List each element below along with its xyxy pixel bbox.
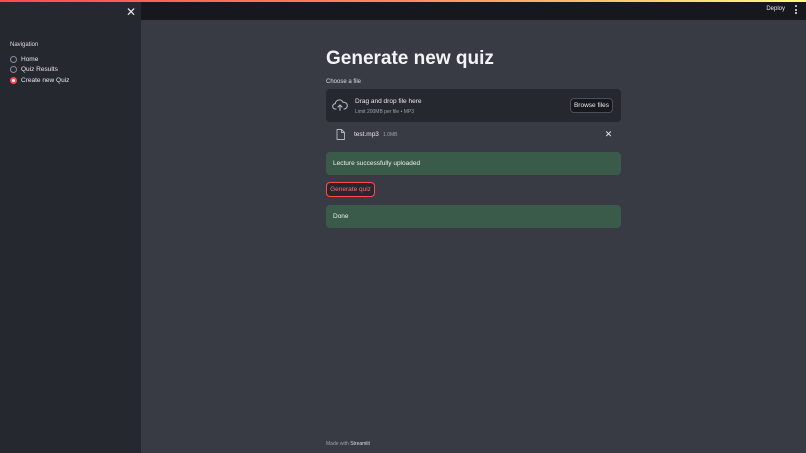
cloud-upload-icon — [332, 99, 348, 111]
footer: Made with Streamlit — [326, 441, 370, 447]
navigation-title: Navigation — [10, 42, 39, 48]
footer-prefix: Made with — [326, 441, 349, 447]
done-alert: Done — [326, 205, 621, 228]
nav-item-label: Home — [21, 55, 39, 63]
nav-item-label: Quiz Results — [21, 65, 58, 73]
dropzone-limit-text: Limit 200MB per file • MP3 — [355, 109, 414, 115]
dropzone-title: Drag and drop file here — [355, 98, 422, 105]
file-dropzone[interactable]: Drag and drop file here Limit 200MB per … — [326, 89, 621, 122]
kebab-menu-icon[interactable] — [795, 5, 798, 14]
file-size: 1.0MB — [383, 132, 398, 138]
remove-file-icon[interactable]: ✕ — [604, 130, 613, 139]
streamlit-link[interactable]: Streamlit — [350, 441, 370, 447]
radio-icon[interactable] — [10, 65, 17, 73]
nav-item-quiz-results[interactable]: Quiz Results — [10, 64, 58, 74]
upload-success-alert: Lecture successfully uploaded — [326, 152, 621, 175]
nav-item-label: Create new Quiz — [21, 76, 70, 84]
radio-icon[interactable] — [10, 55, 17, 63]
nav-item-home[interactable]: Home — [10, 54, 38, 64]
file-uploader-label: Choose a file — [326, 79, 362, 85]
deploy-button[interactable]: Deploy — [766, 6, 785, 12]
nav-item-create-new-quiz[interactable]: Create new Quiz — [10, 75, 69, 85]
close-sidebar-icon[interactable]: ✕ — [124, 5, 138, 19]
browse-files-button[interactable]: Browse files — [570, 98, 613, 113]
sidebar: ✕ Navigation Home Quiz Results Create ne… — [0, 0, 141, 453]
page-title: Generate new quiz — [326, 48, 494, 69]
top-progress-decoration — [0, 0, 806, 2]
file-icon — [336, 129, 345, 140]
file-name: test.mp3 — [354, 131, 379, 138]
radio-selected-icon[interactable] — [10, 76, 17, 84]
generate-quiz-button[interactable]: Generate quiz — [326, 182, 375, 197]
uploaded-file-row: test.mp3 1.0MB ✕ — [326, 127, 621, 144]
app-header: Deploy — [141, 0, 806, 20]
